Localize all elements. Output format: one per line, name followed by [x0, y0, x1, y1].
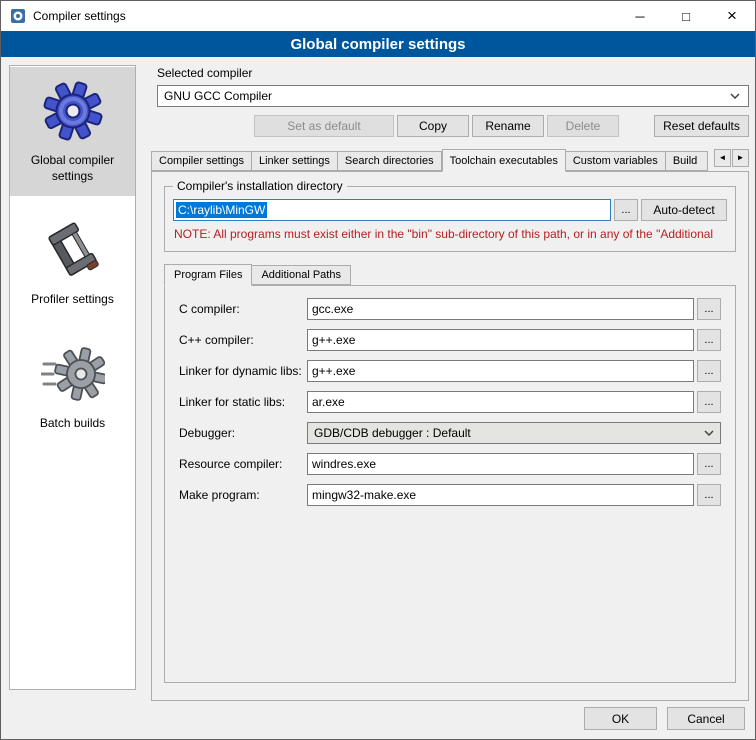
window-title: Compiler settings — [33, 9, 126, 23]
chevron-down-icon — [704, 430, 714, 436]
groupbox-title: Compiler's installation directory — [173, 179, 347, 193]
copy-button[interactable]: Copy — [397, 115, 469, 137]
debugger-value: GDB/CDB debugger : Default — [314, 426, 704, 440]
form-row-linker-static: Linker for static libs: ... — [179, 391, 721, 413]
program-files-panel: C compiler: ... C++ compiler: ... Linker… — [164, 285, 736, 683]
reset-defaults-button[interactable]: Reset defaults — [654, 115, 749, 137]
sidebar-item-profiler-settings[interactable]: Profiler settings — [10, 206, 135, 320]
ok-button[interactable]: OK — [584, 707, 657, 730]
sidebar-item-label: Profiler settings — [14, 292, 131, 308]
tab-search-directories[interactable]: Search directories — [338, 151, 442, 171]
linker-dynamic-input[interactable] — [307, 360, 694, 382]
browse-button[interactable]: ... — [697, 329, 721, 351]
window-controls: ─ □ × — [617, 1, 755, 31]
tab-compiler-settings[interactable]: Compiler settings — [151, 151, 252, 171]
batch-builds-gears-icon — [14, 342, 131, 406]
selected-compiler-value: GNU GCC Compiler — [164, 89, 730, 103]
tab-build-options[interactable]: Build — [666, 151, 708, 171]
field-label: C compiler: — [179, 302, 307, 316]
compiler-actions-row: Set as default Copy Rename Delete Reset … — [157, 115, 749, 137]
form-row-c-compiler: C compiler: ... — [179, 298, 721, 320]
cpp-compiler-input[interactable] — [307, 329, 694, 351]
sidebar-item-global-compiler-settings[interactable]: Global compiler settings — [10, 67, 135, 196]
selected-compiler-label: Selected compiler — [157, 66, 749, 80]
browse-button[interactable]: ... — [697, 298, 721, 320]
compiler-settings-dialog: Compiler settings ─ □ × Global compiler … — [0, 0, 756, 740]
toolchain-executables-panel: Compiler's installation directory C:\ray… — [151, 171, 749, 701]
field-label: C++ compiler: — [179, 333, 307, 347]
debugger-select[interactable]: GDB/CDB debugger : Default — [307, 422, 721, 444]
resource-compiler-input[interactable] — [307, 453, 694, 475]
page-title: Global compiler settings — [1, 31, 755, 57]
field-label: Make program: — [179, 488, 307, 502]
app-icon — [10, 8, 26, 24]
main-area: Selected compiler GNU GCC Compiler Set a… — [146, 57, 749, 703]
auto-detect-button[interactable]: Auto-detect — [641, 199, 727, 221]
browse-button[interactable]: ... — [697, 453, 721, 475]
profiler-clamp-icon — [14, 218, 131, 282]
field-label: Debugger: — [179, 426, 307, 440]
field-label: Resource compiler: — [179, 457, 307, 471]
browse-button[interactable]: ... — [697, 391, 721, 413]
minimize-button[interactable]: ─ — [617, 1, 663, 31]
form-row-resource-compiler: Resource compiler: ... — [179, 453, 721, 475]
tab-toolchain-executables[interactable]: Toolchain executables — [442, 149, 566, 172]
field-label: Linker for dynamic libs: — [179, 364, 307, 378]
selected-compiler-select[interactable]: GNU GCC Compiler — [157, 85, 749, 107]
chevron-down-icon — [730, 93, 740, 99]
sidebar-item-label: Batch builds — [14, 416, 131, 432]
delete-button[interactable]: Delete — [547, 115, 619, 137]
tab-linker-settings[interactable]: Linker settings — [252, 151, 338, 171]
cancel-button[interactable]: Cancel — [667, 707, 745, 730]
form-row-make-program: Make program: ... — [179, 484, 721, 506]
main-tabstrip: Compiler settings Linker settings Search… — [151, 149, 749, 171]
sidebar-item-batch-builds[interactable]: Batch builds — [10, 330, 135, 444]
bin-subdirectory-note: NOTE: All programs must exist either in … — [174, 227, 726, 241]
linker-static-input[interactable] — [307, 391, 694, 413]
global-compiler-gear-icon — [14, 79, 131, 143]
sidebar: Global compiler settings Profiler settin… — [9, 65, 136, 690]
form-row-linker-dynamic: Linker for dynamic libs: ... — [179, 360, 721, 382]
form-row-debugger: Debugger: GDB/CDB debugger : Default — [179, 422, 721, 444]
installation-directory-value: C:\raylib\MinGW — [176, 202, 267, 218]
program-files-tabstrip: Program Files Additional Paths — [164, 264, 748, 285]
tab-custom-variables[interactable]: Custom variables — [566, 151, 666, 171]
installation-directory-input[interactable]: C:\raylib\MinGW — [173, 199, 611, 221]
installation-directory-groupbox: Compiler's installation directory C:\ray… — [164, 186, 736, 252]
maximize-button[interactable]: □ — [663, 1, 709, 31]
form-row-cpp-compiler: C++ compiler: ... — [179, 329, 721, 351]
c-compiler-input[interactable] — [307, 298, 694, 320]
close-button[interactable]: × — [709, 1, 755, 31]
set-as-default-button[interactable]: Set as default — [254, 115, 394, 137]
field-label: Linker for static libs: — [179, 395, 307, 409]
tab-scroll-right-button[interactable]: ► — [732, 149, 749, 167]
dialog-footer: OK Cancel — [584, 707, 745, 730]
make-program-input[interactable] — [307, 484, 694, 506]
install-dir-browse-button[interactable]: ... — [614, 199, 638, 221]
tab-scroll-controls: ◄ ► — [714, 149, 749, 167]
tab-additional-paths[interactable]: Additional Paths — [252, 265, 351, 285]
browse-button[interactable]: ... — [697, 484, 721, 506]
titlebar: Compiler settings ─ □ × — [1, 1, 755, 31]
tab-scroll-left-button[interactable]: ◄ — [714, 149, 731, 167]
rename-button[interactable]: Rename — [472, 115, 544, 137]
sidebar-item-label: Global compiler settings — [14, 153, 131, 184]
browse-button[interactable]: ... — [697, 360, 721, 382]
tab-program-files[interactable]: Program Files — [164, 264, 252, 286]
